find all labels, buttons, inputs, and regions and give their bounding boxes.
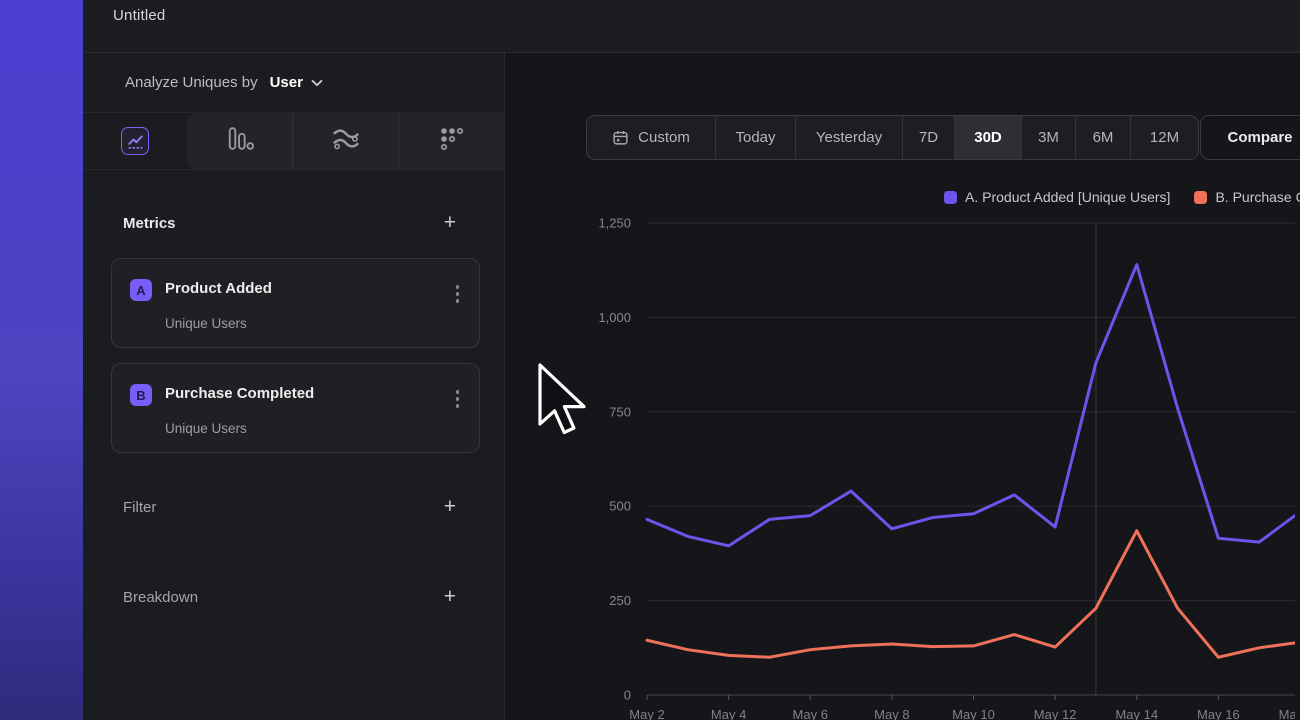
- range-button-7d[interactable]: 7D: [902, 116, 954, 159]
- range-button-yesterday[interactable]: Yesterday: [795, 116, 902, 159]
- top-header: Untitled: [83, 0, 1300, 53]
- tab-strip: [187, 113, 504, 169]
- series-line-a[interactable]: [647, 265, 1295, 546]
- legend-item[interactable]: B. Purchase Completed [Unique Users]: [1194, 189, 1300, 205]
- filter-row: Filter +: [83, 497, 504, 517]
- metric-title: Product Added: [165, 280, 272, 297]
- insights-line-chart-icon: [121, 127, 149, 155]
- metric-subtitle[interactable]: Unique Users: [165, 316, 247, 331]
- kebab-menu-icon[interactable]: [456, 390, 460, 408]
- metric-title: Purchase Completed: [165, 385, 314, 402]
- range-button-30d[interactable]: 30D: [954, 116, 1021, 159]
- metric-card-a[interactable]: A Product Added Unique Users: [111, 258, 480, 348]
- chart-legend: A. Product Added [Unique Users] B. Purcha…: [944, 189, 1300, 205]
- analyze-value-dropdown[interactable]: User: [270, 74, 303, 91]
- x-tick-label: May 4: [711, 707, 746, 720]
- tab-retention[interactable]: [398, 113, 504, 169]
- add-metric-button[interactable]: +: [444, 213, 456, 233]
- breakdown-label: Breakdown: [123, 589, 444, 606]
- range-button-12m[interactable]: 12M: [1130, 116, 1198, 159]
- x-tick-label: May 2: [629, 707, 664, 720]
- analyze-row: Analyze Uniques by User: [83, 53, 504, 113]
- kebab-menu-icon[interactable]: [456, 285, 460, 303]
- report-type-tabs: [83, 113, 504, 170]
- legend-label: B. Purchase Completed [Unique Users]: [1215, 189, 1300, 205]
- compare-button[interactable]: Compare: [1200, 115, 1300, 160]
- series-line-b[interactable]: [647, 531, 1295, 657]
- metric-badge-a: A: [130, 279, 152, 301]
- retention-dots-icon: [439, 126, 465, 157]
- breakdown-row: Breakdown +: [83, 587, 504, 607]
- legend-label: A. Product Added [Unique Users]: [965, 189, 1170, 205]
- funnel-bars-icon: [226, 126, 254, 156]
- flows-icon: [331, 126, 361, 156]
- x-tick-label: May 6: [793, 707, 828, 720]
- range-button-3m[interactable]: 3M: [1021, 116, 1075, 159]
- date-range-control: CustomTodayYesterday7D30D3M6M12M: [586, 115, 1199, 160]
- x-tick-label: May 10: [952, 707, 995, 720]
- x-tick-label: May 18: [1279, 707, 1295, 720]
- range-button-today[interactable]: Today: [715, 116, 795, 159]
- calendar-icon: [612, 129, 629, 146]
- y-tick-label: 0: [624, 688, 631, 703]
- range-button-6m[interactable]: 6M: [1075, 116, 1130, 159]
- metrics-label: Metrics: [123, 215, 444, 232]
- x-tick-label: May 12: [1034, 707, 1077, 720]
- y-tick-label: 1,000: [598, 310, 631, 325]
- metrics-header-row: Metrics +: [83, 213, 504, 233]
- range-button-custom[interactable]: Custom: [587, 116, 715, 159]
- y-tick-label: 1,250: [598, 216, 631, 231]
- add-filter-button[interactable]: +: [444, 497, 456, 517]
- tab-funnels[interactable]: [187, 113, 292, 169]
- query-sidebar: Analyze Uniques by User: [83, 53, 505, 720]
- x-tick-label: May 14: [1115, 707, 1158, 720]
- y-tick-label: 250: [609, 593, 631, 608]
- metric-badge-b: B: [130, 384, 152, 406]
- report-title[interactable]: Untitled: [113, 7, 165, 24]
- tab-flows[interactable]: [292, 113, 398, 169]
- x-tick-label: May 16: [1197, 707, 1240, 720]
- y-tick-label: 750: [609, 404, 631, 419]
- y-tick-label: 500: [609, 499, 631, 514]
- legend-item[interactable]: A. Product Added [Unique Users]: [944, 189, 1170, 205]
- metric-card-b[interactable]: B Purchase Completed Unique Users: [111, 363, 480, 453]
- chart-panel: CustomTodayYesterday7D30D3M6M12M Compare…: [505, 53, 1300, 720]
- tab-insights[interactable]: [83, 113, 187, 169]
- decorative-gradient-strip: [0, 0, 83, 720]
- legend-swatch: [1194, 191, 1207, 204]
- x-tick-label: May 8: [874, 707, 909, 720]
- legend-swatch: [944, 191, 957, 204]
- metric-subtitle[interactable]: Unique Users: [165, 421, 247, 436]
- line-chart[interactable]: May 2 May 4 May 6 May 8 May 10 May 12 May 14 Ma…: [587, 213, 1295, 720]
- chevron-down-icon[interactable]: [311, 79, 323, 87]
- analyze-label: Analyze Uniques by: [125, 74, 258, 91]
- add-breakdown-button[interactable]: +: [444, 587, 456, 607]
- filter-label: Filter: [123, 499, 444, 516]
